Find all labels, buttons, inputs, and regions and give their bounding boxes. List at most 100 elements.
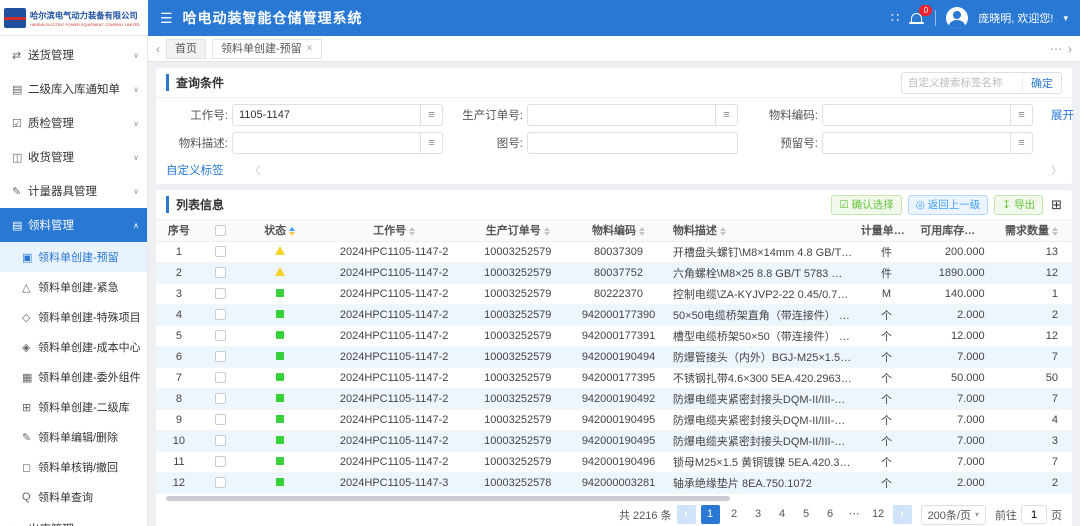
row-checkbox[interactable] (215, 393, 226, 404)
confirm-tag-button[interactable]: 确定 (1022, 73, 1061, 93)
user-menu-caret-icon[interactable]: ▾ (1063, 13, 1068, 24)
col-header-工作号[interactable]: 工作号 (321, 220, 468, 241)
tag-scroll-right-icon[interactable]: 〉 (1051, 162, 1062, 178)
table-row[interactable]: 42024HPC1105-1147-2100032525799420001773… (156, 304, 1072, 325)
select-all-checkbox[interactable] (215, 225, 226, 236)
sort-icon[interactable] (1052, 227, 1058, 236)
tabs-more-icon[interactable]: ⋯ (1050, 42, 1062, 56)
sidebar-item-requisition-query[interactable]: Q领料单查询 (0, 482, 147, 512)
material-code-input[interactable] (822, 104, 1011, 126)
drawing-no-input[interactable] (527, 132, 738, 154)
tab-0[interactable]: 首页 (166, 39, 206, 59)
sidebar-item-material-requisition[interactable]: ▤领料管理∧ (0, 208, 147, 242)
list-select-icon[interactable]: ≡ (421, 132, 443, 154)
page-button-3[interactable]: 3 (749, 505, 768, 524)
custom-tag-link[interactable]: 自定义标签 (166, 162, 224, 178)
list-select-icon[interactable]: ≡ (1011, 132, 1033, 154)
col-header-状态[interactable]: 状态 (238, 220, 320, 241)
row-checkbox[interactable] (215, 456, 226, 467)
page-button-1[interactable]: 1 (701, 505, 720, 524)
page-button-5[interactable]: 5 (797, 505, 816, 524)
sidebar-item-create-special-project[interactable]: ◇领料单创建-特殊项目 (0, 302, 147, 332)
sidebar-item-quality-inspection[interactable]: ☑质检管理∨ (0, 106, 147, 140)
row-checkbox[interactable] (215, 309, 226, 320)
sidebar-item-writeoff-recall[interactable]: ◻领料单核销/撤回 (0, 452, 147, 482)
sidebar-item-outbound-management[interactable]: ⌂出库管理∨ (0, 512, 147, 526)
table-row[interactable]: 82024HPC1105-1147-2100032525799420001904… (156, 388, 1072, 409)
list-select-icon[interactable]: ≡ (421, 104, 443, 126)
sidebar-item-create-urgent[interactable]: △领料单创建-紧急 (0, 272, 147, 302)
sidebar-item-create-cost-center[interactable]: ◈领料单创建-成本中心 (0, 332, 147, 362)
sort-icon[interactable] (989, 227, 995, 236)
material-desc-input[interactable] (232, 132, 421, 154)
sort-icon[interactable] (639, 227, 645, 236)
table-row[interactable]: 32024HPC1105-1147-21000325257980222370控制… (156, 283, 1072, 304)
expand-link[interactable]: 展开 (1051, 107, 1074, 123)
col-header-计量单位[interactable]: 计量单位 (857, 220, 917, 241)
row-checkbox[interactable] (215, 435, 226, 446)
sidebar-item-secondary-inbound-notice[interactable]: ▤二级库入库通知单∨ (0, 72, 147, 106)
row-checkbox[interactable] (215, 288, 226, 299)
table-row[interactable]: 92024HPC1105-1147-2100032525799420001904… (156, 409, 1072, 430)
next-page-button[interactable]: › (893, 505, 912, 524)
table-row[interactable]: 12024HPC1105-1147-21000325257980037309开槽… (156, 241, 1072, 262)
col-header-生产订单号[interactable]: 生产订单号 (467, 220, 568, 241)
sidebar-item-create-outsourced[interactable]: ▦领料单创建-委外组件 (0, 362, 147, 392)
sidebar-item-measuring-tools[interactable]: ✎计量器具管理∨ (0, 174, 147, 208)
export-button[interactable]: ↧导出 (994, 195, 1043, 215)
goto-page-input[interactable] (1021, 505, 1047, 524)
page-button-2[interactable]: 2 (725, 505, 744, 524)
row-checkbox[interactable] (215, 477, 226, 488)
reservation-no-input[interactable] (822, 132, 1011, 154)
table-row[interactable]: 122024HPC1105-1147-310003252578942000003… (156, 472, 1072, 493)
sidebar-item-create-secondary-store[interactable]: ⊞领料单创建-二级库 (0, 392, 147, 422)
confirm-select-button[interactable]: ☑确认选择 (831, 195, 901, 215)
row-checkbox[interactable] (215, 330, 226, 341)
col-header-可用库存数量[interactable]: 可用库存数量 (916, 220, 998, 241)
table-row[interactable]: 102024HPC1105-1147-210003252579942000190… (156, 430, 1072, 451)
row-checkbox[interactable] (215, 372, 226, 383)
list-select-icon[interactable]: ≡ (716, 104, 738, 126)
list-select-icon[interactable]: ≡ (1011, 104, 1033, 126)
row-checkbox[interactable] (215, 414, 226, 425)
row-checkbox[interactable] (215, 246, 226, 257)
tab-1[interactable]: 领料单创建-预留× (212, 39, 322, 59)
col-header-需求数量[interactable]: 需求数量 (999, 220, 1072, 241)
sort-icon[interactable] (409, 227, 415, 236)
table-row[interactable]: 62024HPC1105-1147-2100032525799420001904… (156, 346, 1072, 367)
col-header-物料编码[interactable]: 物料编码 (568, 220, 669, 241)
page-button-4[interactable]: 4 (773, 505, 792, 524)
page-button-6[interactable]: 6 (821, 505, 840, 524)
prev-page-button[interactable]: ‹ (677, 505, 696, 524)
avatar[interactable] (946, 7, 968, 29)
row-checkbox[interactable] (215, 267, 226, 278)
sidebar-item-delivery-management[interactable]: ⇄送货管理∨ (0, 38, 147, 72)
close-icon[interactable]: × (307, 40, 313, 58)
sidebar-item-edit-delete[interactable]: ✎领料单编辑/删除 (0, 422, 147, 452)
sort-icon[interactable] (908, 227, 914, 236)
table-row[interactable]: 72024HPC1105-1147-2100032525799420001773… (156, 367, 1072, 388)
column-settings-icon[interactable]: ⊞ (1051, 197, 1062, 213)
custom-tag-name-input[interactable] (902, 77, 1022, 89)
sort-icon[interactable] (544, 227, 550, 236)
tabs-scroll-left-icon[interactable]: ‹ (156, 42, 160, 56)
sidebar-item-receiving-management[interactable]: ◫收货管理∨ (0, 140, 147, 174)
user-greeting[interactable]: 庞晓明, 欢迎您! (978, 10, 1053, 26)
sidebar-item-create-reserved[interactable]: ▣领料单创建-预留 (0, 242, 147, 272)
table-row[interactable]: 112024HPC1105-1147-210003252579942000190… (156, 451, 1072, 472)
sidebar-collapse-icon[interactable]: ☰ (160, 10, 173, 27)
sort-icon[interactable] (289, 227, 295, 236)
table-row[interactable]: 52024HPC1105-1147-2100032525799420001773… (156, 325, 1072, 346)
fullscreen-icon[interactable]: ∷ (891, 10, 899, 26)
tabs-scroll-right-icon[interactable]: › (1068, 42, 1072, 56)
page-size-select[interactable]: 200条/页 ▾ (921, 505, 986, 525)
col-header-物料描述[interactable]: 物料描述 (669, 220, 857, 241)
row-checkbox[interactable] (215, 351, 226, 362)
back-previous-button[interactable]: ◎返回上一级 (908, 195, 989, 215)
table-row[interactable]: 22024HPC1105-1147-21000325257980037752六角… (156, 262, 1072, 283)
horizontal-scrollbar[interactable] (166, 496, 730, 501)
work-no-input[interactable] (232, 104, 421, 126)
tag-scroll-left-icon[interactable]: 〈 (250, 162, 261, 178)
production-order-no-input[interactable] (527, 104, 716, 126)
page-button-12[interactable]: 12 (869, 505, 888, 524)
